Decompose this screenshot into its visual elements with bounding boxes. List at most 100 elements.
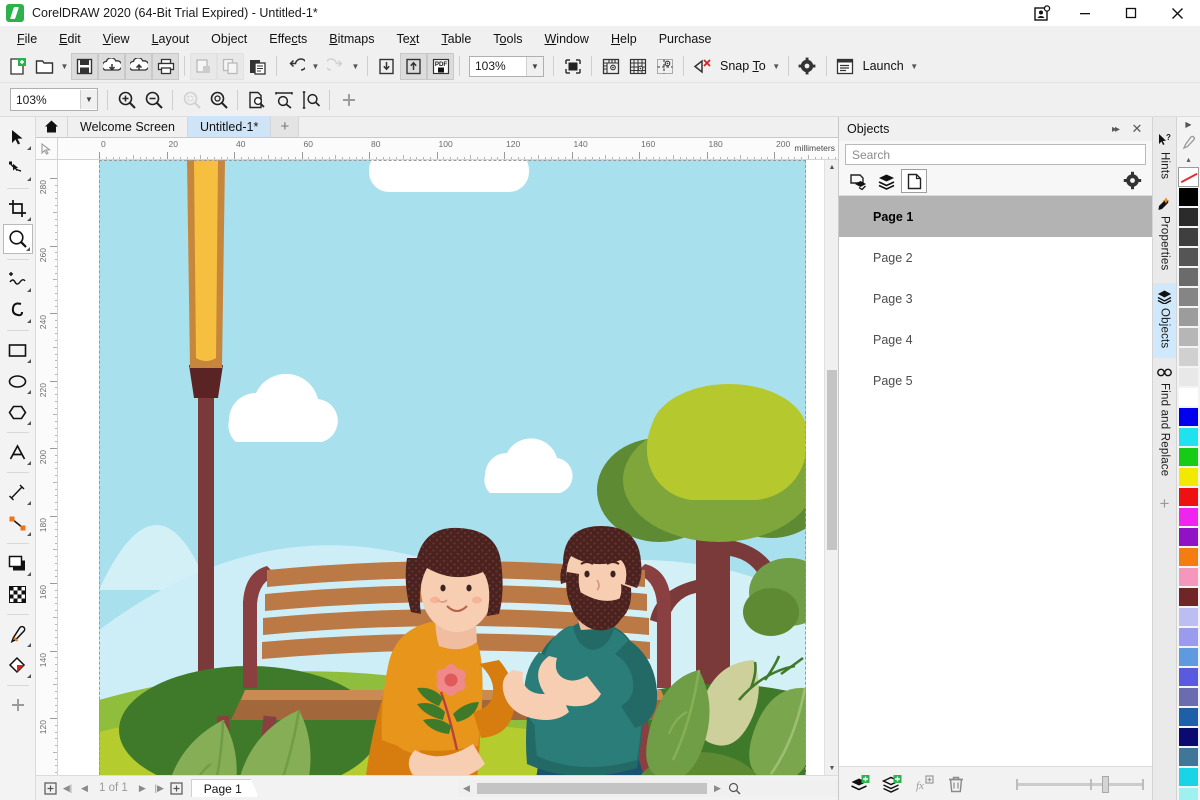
- menu-effects[interactable]: Effects: [258, 29, 318, 49]
- text-tool[interactable]: [3, 437, 33, 467]
- page-list-item-1[interactable]: Page 1: [839, 196, 1152, 237]
- zoom-level-dropdown-icon[interactable]: ▼: [526, 56, 543, 76]
- show-rulers-icon[interactable]: [597, 53, 624, 80]
- options-gear-icon[interactable]: [794, 53, 821, 80]
- drop-shadow-tool-flyout-icon[interactable]: [26, 572, 31, 576]
- prev-page-button[interactable]: ◀: [76, 780, 93, 797]
- text-tool-flyout-icon[interactable]: [26, 461, 31, 465]
- menu-tools[interactable]: Tools: [482, 29, 533, 49]
- crop-tool[interactable]: [3, 193, 33, 223]
- page-list-item-2[interactable]: Page 2: [839, 237, 1152, 278]
- menu-help[interactable]: Help: [600, 29, 648, 49]
- dock-tab-properties[interactable]: Properties: [1153, 191, 1177, 280]
- ellipse-tool-flyout-icon[interactable]: [26, 390, 31, 394]
- show-grid-icon[interactable]: [624, 53, 651, 80]
- parallel-dimension-tool-flyout-icon[interactable]: [26, 501, 31, 505]
- palette-swatch-red[interactable]: [1178, 487, 1199, 507]
- transparency-tool[interactable]: [3, 579, 33, 609]
- interactive-fill-tool[interactable]: [3, 650, 33, 680]
- palette-scroll-up-icon[interactable]: ▴: [1178, 152, 1200, 167]
- polygon-tool[interactable]: [3, 397, 33, 427]
- launch-label[interactable]: Launch: [859, 59, 908, 73]
- color-eyedropper-tool-flyout-icon[interactable]: [26, 643, 31, 647]
- freehand-tool-flyout-icon[interactable]: [26, 288, 31, 292]
- copy-icon[interactable]: [217, 52, 244, 80]
- tab-untitled-1[interactable]: Untitled-1*: [187, 116, 272, 137]
- new-layer-footer-icon[interactable]: [847, 771, 873, 797]
- zoom-in-icon[interactable]: [113, 86, 140, 113]
- zoom-level-combo[interactable]: ▼: [469, 55, 544, 77]
- palette-swatch-10-black[interactable]: [1178, 367, 1199, 387]
- redo-icon[interactable]: [322, 53, 349, 80]
- shape-tool-flyout-icon[interactable]: [26, 177, 31, 181]
- rectangle-tool[interactable]: [3, 335, 33, 365]
- drawing-canvas[interactable]: [58, 160, 838, 775]
- redo-dropdown-icon[interactable]: ▼: [349, 53, 362, 80]
- palette-swatch-black[interactable]: [1178, 187, 1199, 207]
- docker-zoom-slider[interactable]: [1016, 774, 1144, 794]
- page-view-icon[interactable]: [901, 169, 927, 193]
- edit-across-layers-icon[interactable]: fx: [911, 771, 937, 797]
- page-list-item-4[interactable]: Page 4: [839, 319, 1152, 360]
- undo-dropdown-icon[interactable]: ▼: [309, 53, 322, 80]
- palette-swatch-90-black[interactable]: [1178, 207, 1199, 227]
- palette-swatch-pale-cyan[interactable]: [1178, 787, 1199, 800]
- add-page-before-button[interactable]: [42, 780, 59, 797]
- zoom-out-icon[interactable]: [140, 86, 167, 113]
- scroll-up-arrow-icon[interactable]: ▲: [825, 160, 839, 174]
- ruler-origin-corner[interactable]: [36, 138, 58, 160]
- zoom-to-page-width-icon[interactable]: [270, 86, 297, 113]
- import-icon[interactable]: [98, 52, 125, 80]
- palette-swatch-none[interactable]: [1178, 167, 1199, 187]
- docker-collapse-icon[interactable]: ▸▸: [1104, 118, 1126, 140]
- menu-object[interactable]: Object: [200, 29, 258, 49]
- undo-icon[interactable]: [282, 53, 309, 80]
- palette-swatch-magenta[interactable]: [1178, 507, 1199, 527]
- pick-tool-flyout-icon[interactable]: [26, 146, 31, 150]
- zoom-tool-flyout-icon[interactable]: [25, 247, 30, 251]
- palette-expand-icon[interactable]: ▶: [1178, 117, 1200, 132]
- page-list-item-5[interactable]: Page 5: [839, 360, 1152, 401]
- page-artboard[interactable]: [99, 160, 806, 775]
- color-palette[interactable]: ▶ ▴ ▾: [1176, 117, 1200, 800]
- horizontal-scroll-thumb[interactable]: [477, 782, 707, 794]
- scroll-left-arrow-icon[interactable]: ◀: [458, 780, 475, 797]
- tab-welcome-screen[interactable]: Welcome Screen: [68, 116, 188, 137]
- palette-swatch-pale-lavender[interactable]: [1178, 607, 1199, 627]
- new-layer-icon[interactable]: [845, 169, 871, 193]
- palette-swatch-white[interactable]: [1178, 387, 1199, 407]
- page-list-item-3[interactable]: Page 3: [839, 278, 1152, 319]
- launch-icon[interactable]: [832, 53, 859, 80]
- polygon-tool-flyout-icon[interactable]: [26, 421, 31, 425]
- menu-text[interactable]: Text: [385, 29, 430, 49]
- docker-options-gear-icon[interactable]: [1120, 169, 1146, 193]
- menu-file[interactable]: File: [6, 29, 48, 49]
- straight-line-connector-tool-flyout-icon[interactable]: [26, 532, 31, 536]
- delete-icon[interactable]: [943, 771, 969, 797]
- artistic-media-tool-flyout-icon[interactable]: [26, 319, 31, 323]
- add-toolbar-item-icon[interactable]: [335, 86, 362, 113]
- snap-to-icon[interactable]: [689, 53, 716, 80]
- zoom-level-dropdown-icon-2[interactable]: ▼: [80, 90, 97, 109]
- dock-tab-hints[interactable]: ? Hints: [1153, 127, 1177, 189]
- palette-swatch-royal-blue[interactable]: [1178, 667, 1199, 687]
- palette-swatch-green[interactable]: [1178, 447, 1199, 467]
- palette-swatch-70-black[interactable]: [1178, 247, 1199, 267]
- zoom-level-input[interactable]: [470, 56, 526, 76]
- palette-swatch-cyan[interactable]: [1178, 427, 1199, 447]
- export-icon[interactable]: [125, 52, 152, 80]
- docker-search-box[interactable]: [845, 144, 1146, 165]
- docker-close-icon[interactable]: ✕: [1126, 118, 1148, 140]
- first-page-button[interactable]: ◀|: [59, 780, 76, 797]
- palette-swatch-bright-cyan[interactable]: [1178, 767, 1199, 787]
- menu-bitmaps[interactable]: Bitmaps: [318, 29, 385, 49]
- maximize-button[interactable]: [1108, 0, 1154, 27]
- shape-tool[interactable]: [3, 153, 33, 183]
- palette-swatch-navy[interactable]: [1178, 727, 1199, 747]
- palette-swatch-cornflower[interactable]: [1178, 647, 1199, 667]
- add-page-after-button[interactable]: [168, 780, 185, 797]
- menu-purchase[interactable]: Purchase: [648, 29, 723, 49]
- show-guidelines-icon[interactable]: [651, 53, 678, 80]
- save-icon[interactable]: [71, 52, 98, 80]
- full-screen-preview-icon[interactable]: [559, 53, 586, 80]
